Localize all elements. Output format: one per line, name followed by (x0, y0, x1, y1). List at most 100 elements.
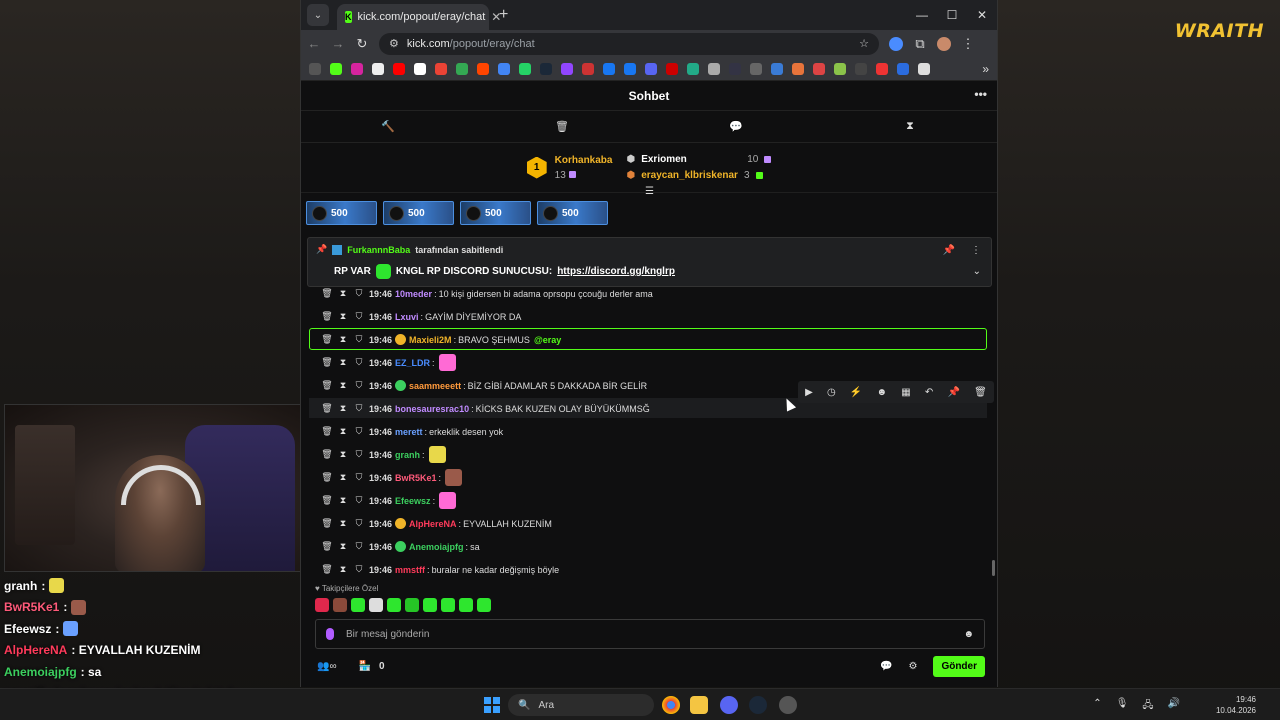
discord-app-icon[interactable] (720, 696, 738, 714)
mic-tray-icon[interactable]: 🎙 (1116, 698, 1129, 715)
message-mention[interactable]: @eray (534, 335, 561, 345)
message-username[interactable]: Anemoiajpfg (409, 542, 464, 552)
users-icon[interactable]: 👥∞ (317, 661, 337, 672)
bookmark-dark-icon[interactable] (855, 62, 867, 75)
delete-icon[interactable]: 🗑 (974, 387, 987, 398)
message-username[interactable]: granh (395, 450, 420, 460)
bookmark-twitch-icon[interactable] (561, 62, 573, 75)
send-button[interactable]: Gönder (933, 655, 985, 677)
delete-message-icon[interactable]: 🗑 (319, 518, 335, 529)
delete-message-icon[interactable]: 🗑 (319, 449, 335, 460)
chat-message[interactable]: 🗑 ⧗ ⛉ 19:46 Maxieli2M: BRAVO ŞEHMUS @eray (301, 328, 997, 351)
ban-icon[interactable]: ⛉ (351, 334, 367, 345)
pinned-link[interactable]: https://discord.gg/knglrp (557, 266, 675, 277)
delete-message-icon[interactable]: 🗑 (319, 426, 335, 437)
copy-icon[interactable]: ▦ (901, 387, 910, 398)
forward-icon[interactable]: → (331, 36, 345, 51)
volume-icon[interactable]: 🔊 (1168, 698, 1180, 715)
reply-icon[interactable]: ↶ (925, 387, 933, 398)
timeout-icon[interactable]: ⧗ (335, 311, 351, 322)
message-username[interactable]: AlpHereNA (409, 519, 457, 529)
emote-7[interactable] (423, 598, 437, 612)
play-icon[interactable]: ▶ (805, 387, 813, 398)
message-username[interactable]: BwR5Ke1 (395, 473, 437, 483)
new-tab-button[interactable]: + (499, 6, 508, 24)
bookmark-drive-icon[interactable] (456, 62, 468, 75)
chat-message[interactable]: 🗑 ⧗ ⛉ 19:46 AlpHereNA: EYVALLAH KUZENİM (301, 512, 997, 535)
bookmark-pink-icon[interactable] (813, 62, 825, 75)
mic-icon[interactable] (326, 628, 334, 640)
bookmark-link-icon[interactable] (708, 62, 720, 75)
emote-5[interactable] (387, 598, 401, 612)
delete-message-icon[interactable]: 🗑 (319, 472, 335, 483)
chat-input[interactable]: Bir mesaj gönderin ☻ (315, 619, 985, 649)
chat-message[interactable]: 🗑 ⧗ ⛉ 19:46 Lxuvi: GAYİM DİYEMİYOR DA (301, 305, 997, 328)
bookmark-steam-icon[interactable] (540, 62, 552, 75)
delete-message-icon[interactable]: 🗑 (319, 403, 335, 414)
bookmark-globe-icon[interactable] (918, 62, 930, 75)
store-icon[interactable]: 🏪 (359, 661, 371, 672)
timeout-icon[interactable]: ⧗ (335, 472, 351, 483)
trash-icon[interactable]: 🗑 (475, 111, 649, 142)
ban-icon[interactable]: ⛉ (351, 403, 367, 414)
message-username[interactable]: Maxieli2M (409, 335, 452, 345)
url-input[interactable]: ⚙ kick.com/popout/eray/chat ☆ (379, 32, 879, 55)
ban-icon[interactable]: ⛉ (351, 311, 367, 322)
unpin-icon[interactable]: 📌 (943, 245, 955, 256)
timeout-icon[interactable]: ⧗ (335, 426, 351, 437)
back-icon[interactable]: ← (307, 36, 321, 51)
bookmark-x-icon[interactable] (372, 62, 384, 75)
bookmark-green-icon[interactable] (687, 62, 699, 75)
bookmarks-overflow-icon[interactable]: » (982, 62, 989, 76)
tray-chevron-icon[interactable]: ⌃ (1093, 698, 1101, 715)
extensions-puzzle-icon[interactable]: ⧉ (913, 36, 927, 52)
ban-icon[interactable]: ⛉ (351, 495, 367, 506)
timeout-icon[interactable]: ⧗ (335, 334, 351, 345)
emote-3[interactable] (351, 598, 365, 612)
timeout-icon[interactable]: ⧗ (335, 449, 351, 460)
emote-4[interactable] (369, 598, 383, 612)
close-window-button[interactable]: ✕ (967, 0, 997, 30)
delete-message-icon[interactable]: 🗑 (319, 357, 335, 368)
chrome-app-icon[interactable] (662, 696, 680, 714)
delete-message-icon[interactable]: 🗑 (319, 541, 335, 552)
network-icon[interactable]: 🖧 (1142, 698, 1153, 715)
app-icon[interactable] (779, 696, 797, 714)
bookmark-reddit-icon[interactable] (477, 62, 489, 75)
message-username[interactable]: Lxuvi (395, 312, 419, 322)
delete-message-icon[interactable]: 🗑 (319, 495, 335, 506)
taskbar-search[interactable]: 🔍 Ara (508, 694, 654, 716)
tab-search-button[interactable]: ⌄ (307, 4, 329, 26)
apps-grid-icon[interactable] (309, 62, 321, 75)
chat-message[interactable]: 🗑 ⧗ ⛉ 19:46 BwR5Ke1: (301, 466, 997, 489)
chat-options-icon[interactable]: ••• (974, 87, 987, 101)
browser-tab[interactable]: K kick.com/popout/eray/chat ✕ (337, 4, 501, 30)
delete-message-icon[interactable]: 🗑 (319, 334, 335, 345)
clock-icon[interactable]: ◷ (827, 387, 836, 398)
chat-message[interactable]: 🗑 ⧗ ⛉ 19:46 EZ_LDR: (301, 351, 997, 374)
message-username[interactable]: saammeeett (409, 381, 461, 391)
bookmark-facebook-icon[interactable] (624, 62, 636, 75)
chat-settings-bubble-icon[interactable]: 💬 (880, 661, 892, 672)
emote-8[interactable] (441, 598, 455, 612)
chat-message[interactable]: 🗑 ⧗ ⛉ 19:46 Anemoiajpfg: sa (301, 535, 997, 558)
emote-10[interactable] (477, 598, 491, 612)
chevron-down-icon[interactable]: ⌄ (973, 266, 981, 277)
emote-6[interactable] (405, 598, 419, 612)
bookmark-leaf-icon[interactable] (834, 62, 846, 75)
message-username[interactable]: bonesauresrac10 (395, 404, 469, 414)
chat-message[interactable]: 🗑 ⧗ ⛉ 19:46 10meder:10 kişi gidersen bi adam… (301, 282, 997, 305)
emoji-picker-icon[interactable]: ☻ (963, 629, 974, 640)
bookmark-news-icon[interactable] (582, 62, 594, 75)
gift-goal-card[interactable]: 500 (383, 201, 454, 225)
message-username[interactable]: 10meder (395, 289, 432, 299)
bookmark-kick-icon[interactable] (330, 62, 342, 75)
pin-icon[interactable]: 📌 (947, 387, 959, 398)
bookmark-translate-icon[interactable] (498, 62, 510, 75)
clock[interactable]: 19:46 10.04.2026 (1216, 694, 1256, 716)
profile-avatar[interactable] (937, 36, 951, 51)
delete-message-icon[interactable]: 🗑 (319, 380, 335, 391)
browser-menu-icon[interactable]: ⋮ (961, 36, 975, 52)
bookmark-b-icon[interactable] (729, 62, 741, 75)
expand-leaderboard-icon[interactable]: ☰ (645, 186, 654, 197)
